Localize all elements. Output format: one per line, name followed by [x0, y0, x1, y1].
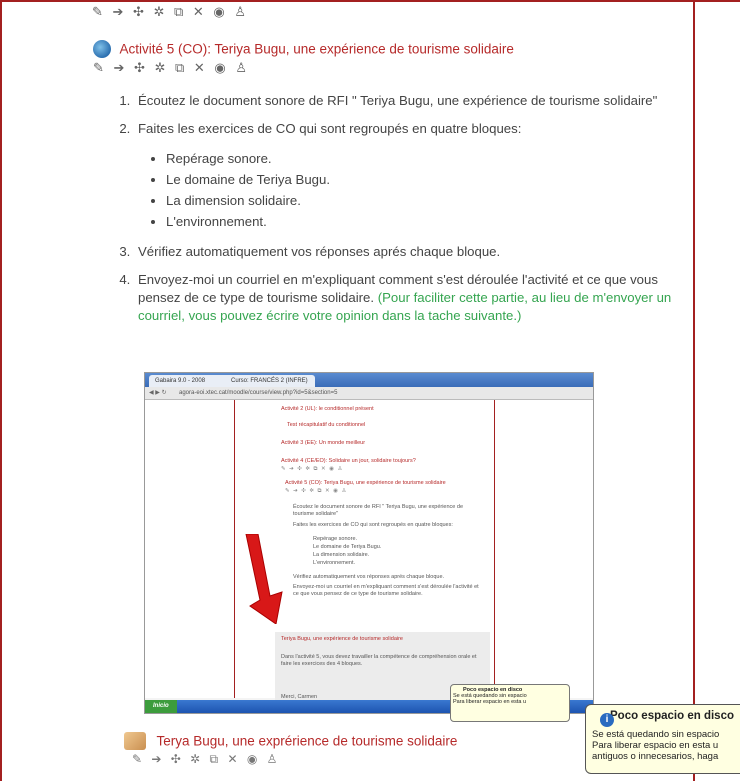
embedded-task-text: Dans l'activité 5, vous devez travailler…: [281, 654, 477, 667]
task-icon: [124, 732, 146, 750]
blocks-list: Repérage sonore. Le domaine de Teriya Bu…: [138, 150, 681, 231]
browser-tab: Curso: FRANCÉS 2 (INFRE): [225, 375, 315, 387]
embedded-line: Activité 4 (CE/EO): Solidaire un jour, s…: [281, 458, 416, 464]
embedded-line: Activité 2 (UL): le conditionnel présent: [281, 406, 374, 412]
activity-instructions: Écoutez le document sonore de RFI " Teri…: [96, 92, 681, 335]
balloon-line: Para liberar espacio en esta u: [592, 740, 719, 751]
steps-list: Écoutez le document sonore de RFI " Teri…: [96, 92, 681, 325]
url-text: agora-eoi.xtec.cat/moodle/course/view.ph…: [179, 390, 338, 396]
block-item: Le domaine de Teriya Bugu.: [166, 171, 681, 189]
embedded-line: Activité 3 (EE): Un monde meilleur: [281, 440, 366, 446]
disk-space-balloon[interactable]: i Poco espacio en disco Se está quedando…: [585, 704, 740, 774]
block-item: La dimension solidaire.: [166, 192, 681, 210]
activity-edit-icons[interactable]: ✎ ➔ ✣ ✲ ⧉ ✕ ◉ ♙: [93, 60, 514, 76]
embedded-icons: ✎ ➔ ✣ ✲ ⧉ ✕ ◉ ♙: [281, 466, 344, 472]
address-bar: ◀ ▶ ↻ agora-eoi.xtec.cat/moodle/course/v…: [145, 387, 593, 400]
embedded-block: Le domaine de Teriya Bugu.: [313, 544, 382, 550]
embedded-line: Test récapitulatif du conditionnel: [287, 422, 366, 428]
balloon-body: Se está quedando sin espacio Para libera…: [592, 729, 740, 762]
embedded-task-title: Teriya Bugu, une expérience de tourisme …: [281, 636, 403, 642]
previous-edit-icons[interactable]: ✎ ➔ ✣ ✲ ⧉ ✕ ◉ ♙: [92, 4, 249, 20]
embedded-step: Envoyez-moi un courriel en m'expliquant …: [293, 584, 479, 597]
info-icon: i: [600, 713, 614, 727]
activity-title-link[interactable]: Activité 5 (CO): Teriya Bugu, une expéri…: [119, 42, 513, 57]
embedded-step: Faites les exercices de CO qui sont regr…: [293, 522, 453, 528]
step-1: Écoutez le document sonore de RFI " Teri…: [134, 92, 681, 110]
embedded-block: La dimension solidaire.: [313, 552, 370, 558]
balloon-line: antiguos o innecesarios, haga: [592, 751, 719, 762]
next-activity: Terya Bugu, une exprérience de tourisme …: [124, 732, 457, 767]
browser-tab: Gabaira 9.0 - 2008: [149, 375, 231, 387]
embedded-border: [494, 400, 495, 698]
embedded-page: Activité 2 (UL): le conditionnel présent…: [145, 400, 593, 713]
embedded-balloon-text: Para liberar espacio en esta u: [453, 699, 527, 705]
embedded-step: Vérifiez automatiquement vos réponses ap…: [293, 574, 445, 580]
embedded-icons: ✎ ➔ ✣ ✲ ⧉ ✕ ◉ ♙: [285, 488, 348, 494]
balloon-line: Se está quedando sin espacio: [592, 729, 720, 740]
embedded-step: Écoutez le document sonore de RFI " Teri…: [293, 504, 464, 517]
step-2: Faites les exercices de CO qui sont regr…: [134, 120, 681, 231]
embedded-block: L'environnement.: [313, 560, 356, 566]
step-4: Envoyez-moi un courriel en m'expliquant …: [134, 271, 681, 325]
step-3: Vérifiez automatiquement vos réponses ap…: [134, 243, 681, 261]
block-item: L'environnement.: [166, 213, 681, 231]
block-item: Repérage sonore.: [166, 150, 681, 168]
globe-icon: [93, 40, 111, 58]
balloon-title: Poco espacio en disco: [610, 710, 734, 722]
embedded-start-button: Inicio: [145, 700, 177, 713]
column-divider: [693, 0, 695, 781]
embedded-line: Activité 5 (CO): Teriya Bugu, une expéri…: [285, 480, 446, 486]
nav-icons: ◀ ▶ ↻: [149, 390, 167, 396]
next-activity-link[interactable]: Terya Bugu, une exprérience de tourisme …: [156, 734, 457, 749]
browser-tabbar: Gabaira 9.0 - 2008 Curso: FRANCÉS 2 (INF…: [145, 373, 593, 387]
step-2-text: Faites les exercices de CO qui sont regr…: [138, 121, 522, 136]
activity-header: Activité 5 (CO): Teriya Bugu, une expéri…: [93, 40, 514, 76]
next-activity-edit-icons[interactable]: ✎ ➔ ✣ ✲ ⧉ ✕ ◉ ♙: [132, 752, 457, 767]
embedded-block: Repérage sonore.: [313, 536, 358, 542]
red-arrow-icon: [245, 534, 283, 624]
embedded-screenshot: Gabaira 9.0 - 2008 Curso: FRANCÉS 2 (INF…: [144, 372, 594, 714]
embedded-disk-balloon: Poco espacio en disco Se está quedando s…: [450, 684, 570, 722]
